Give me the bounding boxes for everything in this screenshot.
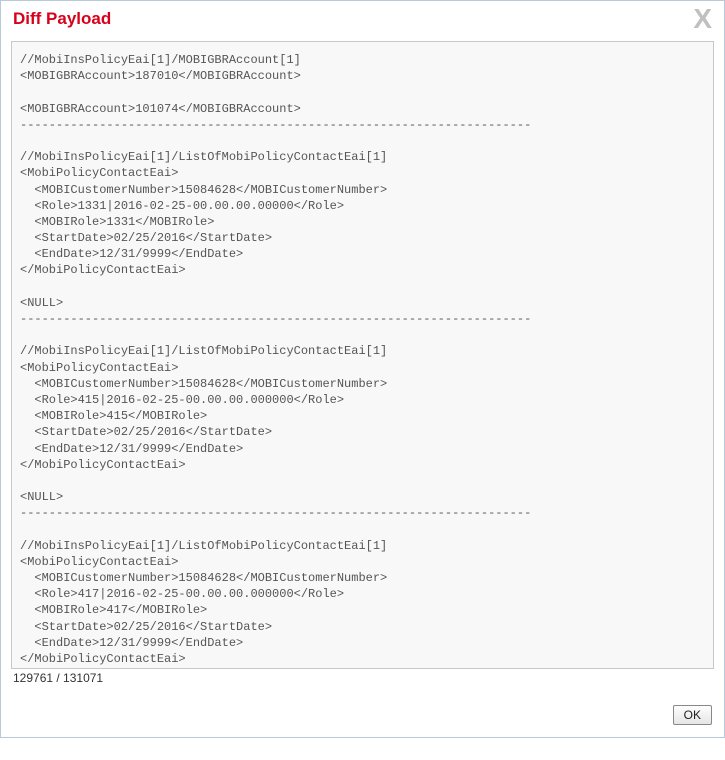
diff-payload-dialog: Diff Payload X //MobiInsPolicyEai[1]/MOB… <box>0 0 725 738</box>
dialog-footer: OK <box>1 689 724 737</box>
ok-button[interactable]: OK <box>673 705 712 725</box>
dialog-header: Diff Payload X <box>1 1 724 35</box>
dialog-title: Diff Payload <box>13 9 111 29</box>
close-icon[interactable]: X <box>693 9 712 29</box>
payload-textarea[interactable]: //MobiInsPolicyEai[1]/MOBIGBRAccount[1] … <box>11 41 714 669</box>
dialog-body: //MobiInsPolicyEai[1]/MOBIGBRAccount[1] … <box>1 35 724 689</box>
character-counter: 129761 / 131071 <box>11 669 714 685</box>
